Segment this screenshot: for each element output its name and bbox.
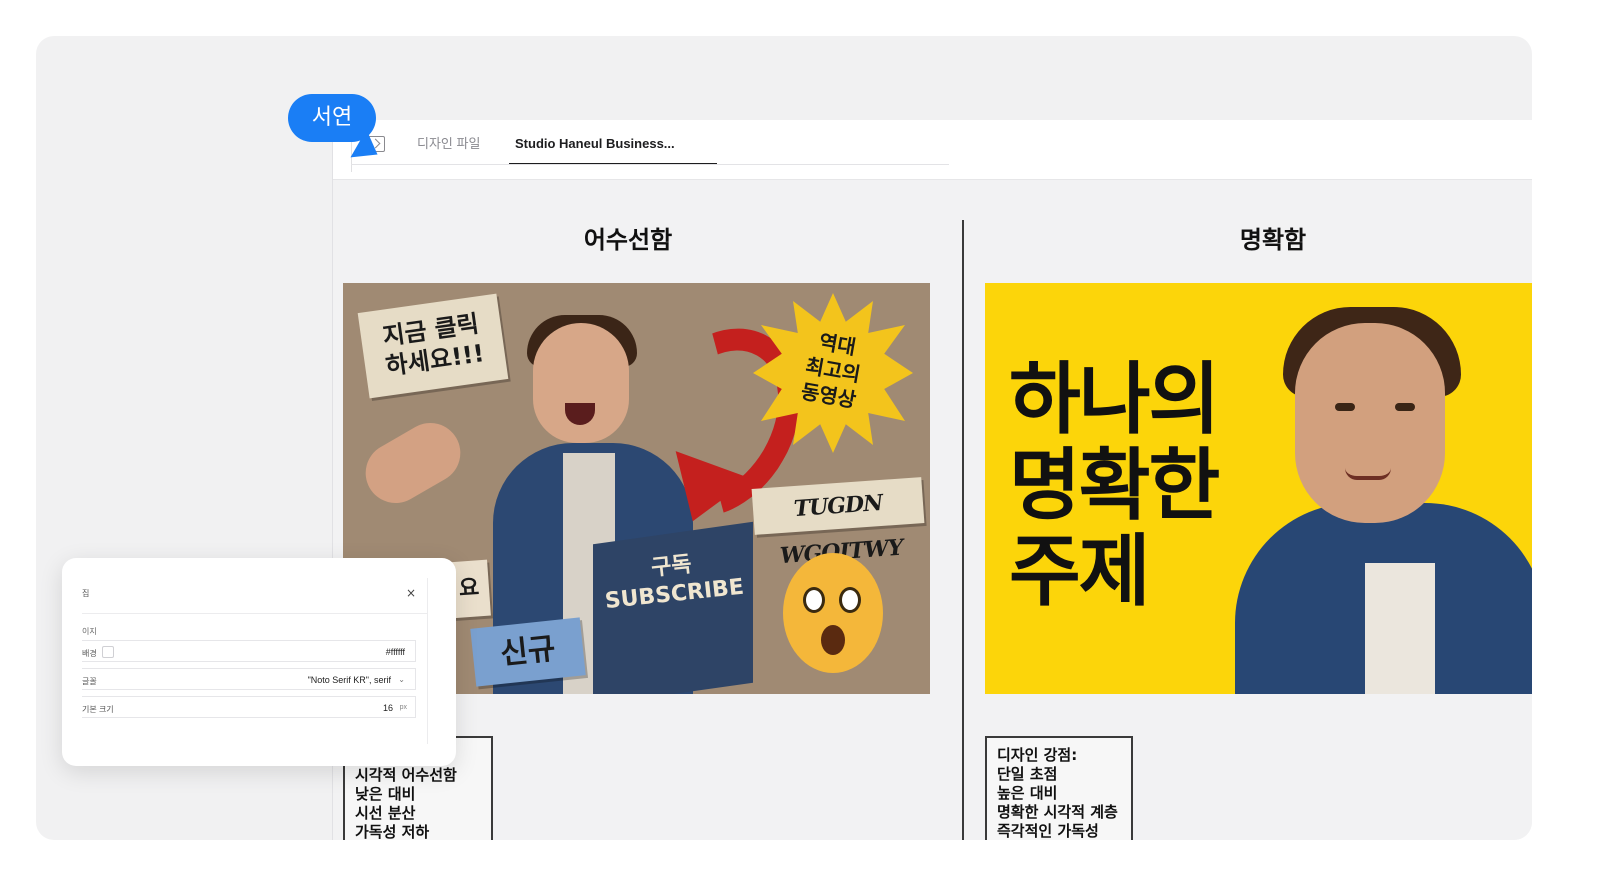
pointing-hand <box>354 412 472 514</box>
background-color-field[interactable]: 배경 #ffffff <box>82 640 416 662</box>
panel-body: 집 × 이지 배경 #ffffff 글꼴 "Noto Serif KR", se… <box>82 578 428 744</box>
column-divider <box>962 220 964 840</box>
section-label: 이지 <box>82 627 97 636</box>
click-now-sticker: 지금 클릭 하세요!!! <box>357 293 509 399</box>
close-icon[interactable]: × <box>406 586 416 600</box>
strength-note: 디자인 강점: 단일 초점 높은 대비 명확한 시각적 계층 즉각적인 가독성 <box>985 736 1133 840</box>
field-value: "Noto Serif KR", serif <box>307 675 391 685</box>
note-line: 즉각적인 가독성 <box>997 822 1099 840</box>
canvas-stage: 디자인 파일 Studio Haneul Business... 어수선함 명확… <box>36 36 1532 840</box>
note-line: 단일 초점 <box>997 765 1058 783</box>
note-line: 낮은 대비 <box>355 785 416 803</box>
person-smiling <box>1235 303 1532 694</box>
field-label: 배경 <box>82 649 97 658</box>
note-line: 시각적 어수선함 <box>355 766 457 784</box>
scribble-sticker: TUGDN WGOITWY <box>751 477 925 569</box>
tab-bar: 디자인 파일 Studio Haneul Business... <box>333 120 1532 180</box>
panel-header: 집 × <box>82 578 428 614</box>
editor-window: 디자인 파일 Studio Haneul Business... 어수선함 명확… <box>332 120 1532 840</box>
clean-thumbnail[interactable]: 하나의 명확한 주제 <box>985 283 1532 694</box>
note-line: 높은 대비 <box>997 784 1058 802</box>
field-label: 글꼴 <box>82 677 97 686</box>
tab-design-file[interactable]: 디자인 파일 <box>417 134 480 164</box>
font-family-select[interactable]: 글꼴 "Noto Serif KR", serif ⌄ <box>82 668 416 690</box>
properties-panel: 집 × 이지 배경 #ffffff 글꼴 "Noto Serif KR", se… <box>62 558 456 766</box>
thumbnail-headline: 하나의 명확한 주제 <box>1009 355 1220 617</box>
note-line: 시선 분산 <box>355 804 416 822</box>
note-line: 명확한 시각적 계층 <box>997 803 1118 821</box>
font-size-field[interactable]: 기본 크기 16 px <box>82 696 416 718</box>
panel-title: 집 <box>82 589 90 598</box>
color-swatch[interactable] <box>102 646 114 658</box>
tab-active-document[interactable]: Studio Haneul Business... <box>509 134 717 165</box>
right-column-title: 명확함 <box>1239 226 1307 254</box>
left-column-title: 어수선함 <box>583 226 673 254</box>
field-value: #ffffff <box>385 647 405 657</box>
note-line: 디자인 강점: <box>997 746 1078 764</box>
field-value: 16 <box>382 703 393 713</box>
tab-underline <box>351 164 949 165</box>
note-line: 가독성 저하 <box>355 823 430 840</box>
chevron-down-icon: ⌄ <box>398 675 405 684</box>
new-sticker: 신규 <box>470 617 586 687</box>
screaming-emoji-icon <box>783 553 883 673</box>
unit-label: px <box>399 704 407 711</box>
field-label: 기본 크기 <box>82 705 114 714</box>
